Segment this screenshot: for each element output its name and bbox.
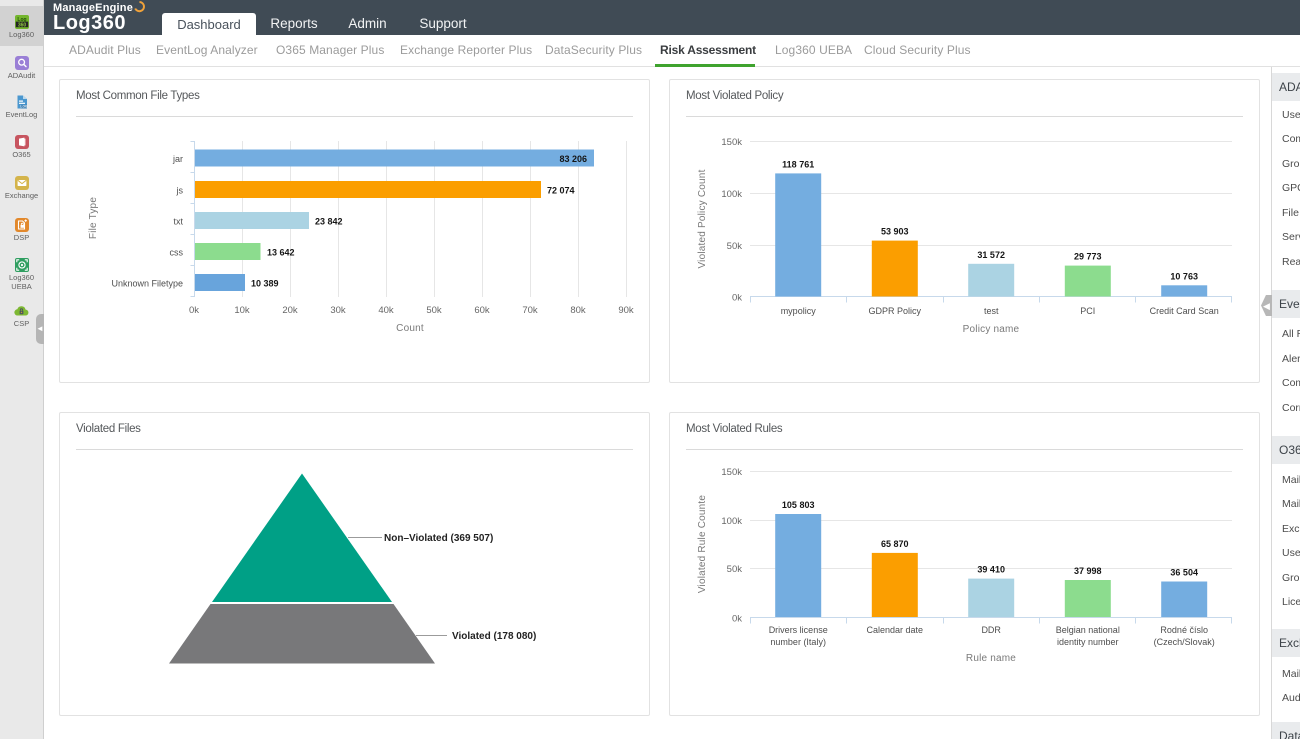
svg-text:mypolicy: mypolicy <box>781 306 817 316</box>
svg-text:GDPR Policy: GDPR Policy <box>869 306 922 316</box>
svg-text:31 572: 31 572 <box>977 250 1005 260</box>
svg-text:40k: 40k <box>378 305 394 316</box>
svg-text:Calendar date: Calendar date <box>867 625 924 635</box>
svg-text:360: 360 <box>17 23 26 29</box>
svg-text:65 870: 65 870 <box>881 539 909 549</box>
svg-text:number (Italy): number (Italy) <box>770 637 826 647</box>
svg-text:Violated (178 080): Violated (178 080) <box>452 631 536 642</box>
svg-text:105 803: 105 803 <box>782 500 815 510</box>
svg-text:50k: 50k <box>727 241 743 252</box>
svg-text:72 074: 72 074 <box>547 186 575 196</box>
svg-text:Non–Violated (369 507): Non–Violated (369 507) <box>384 533 493 544</box>
svg-text:37 998: 37 998 <box>1074 566 1102 576</box>
svg-text:50k: 50k <box>727 564 743 575</box>
svg-text:Unknown Filetype: Unknown Filetype <box>111 279 183 289</box>
svg-text:LOG: LOG <box>20 105 27 109</box>
svg-text:60k: 60k <box>474 305 490 316</box>
svg-text:29 773: 29 773 <box>1074 252 1102 262</box>
svg-text:DDR: DDR <box>981 625 1001 635</box>
svg-text:identity number: identity number <box>1057 637 1119 647</box>
svg-text:js: js <box>176 186 184 196</box>
svg-text:Rodné číslo: Rodné číslo <box>1160 625 1208 635</box>
svg-text:39 410: 39 410 <box>977 565 1005 575</box>
svg-text:Violated Rule Counte: Violated Rule Counte <box>697 495 708 594</box>
svg-text:css: css <box>170 248 184 258</box>
svg-text:Policy name: Policy name <box>963 324 1020 335</box>
svg-text:53 903: 53 903 <box>881 227 909 237</box>
svg-text:23 842: 23 842 <box>315 217 343 227</box>
svg-text:20k: 20k <box>282 305 298 316</box>
svg-text:10 763: 10 763 <box>1170 271 1198 281</box>
svg-text:Violated Policy Count: Violated Policy Count <box>697 169 708 268</box>
svg-text:13 642: 13 642 <box>267 248 295 258</box>
svg-text:Count: Count <box>396 323 424 334</box>
svg-text:100k: 100k <box>721 516 742 527</box>
svg-text:File Type: File Type <box>88 197 99 239</box>
svg-text:0k: 0k <box>189 305 199 316</box>
svg-text:PCI: PCI <box>1080 306 1095 316</box>
svg-text:Drivers license: Drivers license <box>769 625 828 635</box>
svg-text:50k: 50k <box>426 305 442 316</box>
svg-text:70k: 70k <box>522 305 538 316</box>
svg-text:Credit Card Scan: Credit Card Scan <box>1150 306 1219 316</box>
svg-text:30k: 30k <box>330 305 346 316</box>
svg-text:Belgian national: Belgian national <box>1056 625 1120 635</box>
svg-text:36 504: 36 504 <box>1170 568 1198 578</box>
svg-text:0k: 0k <box>732 614 742 625</box>
svg-text:90k: 90k <box>618 305 634 316</box>
svg-text:txt: txt <box>173 217 183 227</box>
svg-text:100k: 100k <box>721 189 742 200</box>
svg-text:0k: 0k <box>732 293 742 304</box>
svg-text:10 389: 10 389 <box>251 279 279 289</box>
svg-text:Rule name: Rule name <box>966 653 1016 664</box>
svg-text:118 761: 118 761 <box>782 159 814 169</box>
svg-text:test: test <box>984 306 999 316</box>
svg-text:80k: 80k <box>570 305 586 316</box>
svg-text:jar: jar <box>172 154 183 164</box>
svg-text:10k: 10k <box>234 305 250 316</box>
svg-text:83 206: 83 206 <box>559 154 587 164</box>
svg-text:150k: 150k <box>721 137 742 148</box>
svg-text:150k: 150k <box>721 467 742 478</box>
svg-text:(Czech/Slovak): (Czech/Slovak) <box>1154 637 1215 647</box>
